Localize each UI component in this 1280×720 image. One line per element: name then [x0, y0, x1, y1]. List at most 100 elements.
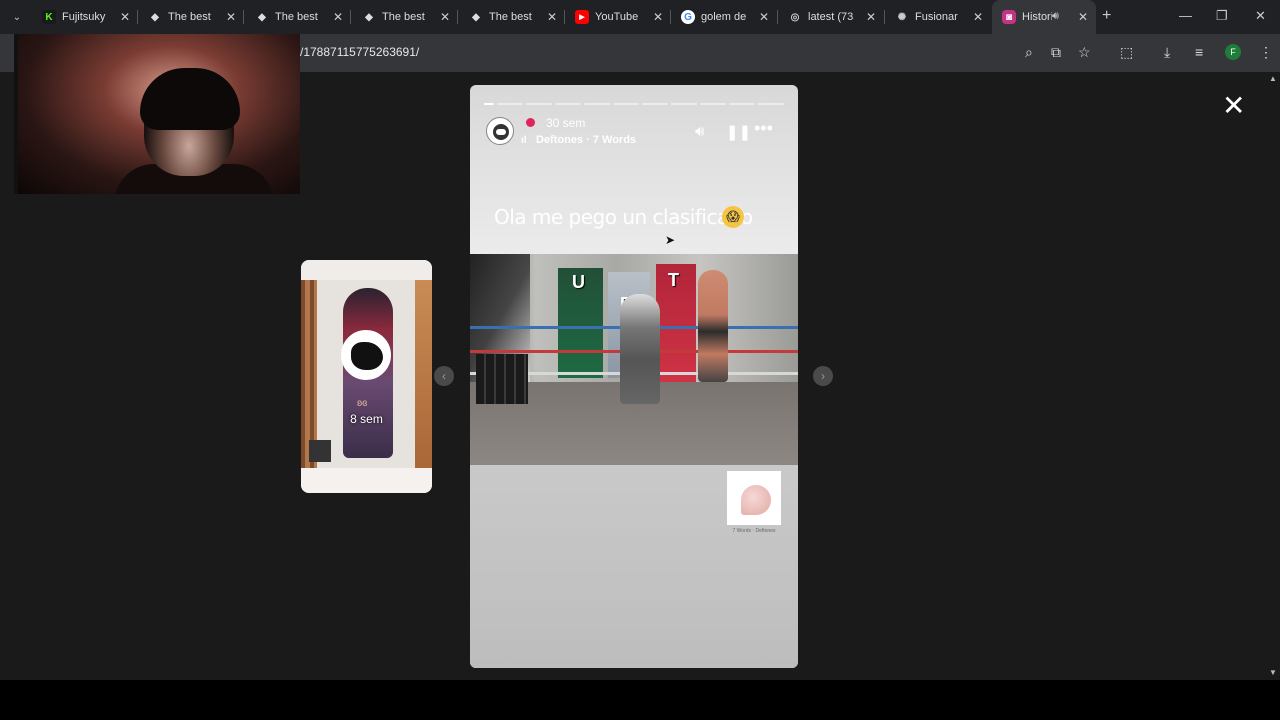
close-icon[interactable]: ✕	[653, 10, 663, 24]
progress-segment	[484, 103, 495, 105]
story-caption: Ola me pego un clasificado	[494, 205, 753, 229]
close-icon[interactable]: ✕	[333, 10, 343, 24]
progress-segment	[497, 103, 524, 105]
more-options-icon[interactable]: •••	[754, 118, 773, 139]
tab-8[interactable]: ✺ Fusionar c ✕	[885, 0, 991, 34]
preview-ceiling	[301, 260, 432, 280]
bookmark-star-icon[interactable]: ☆	[1078, 44, 1091, 61]
story-author-avatar[interactable]	[486, 117, 514, 145]
tab-strip: ⌄ K Fujitsuky S ✕ ◆ The best C ✕ ◆ The b…	[0, 0, 1280, 34]
tab-4[interactable]: ◆ The best C ✕	[459, 0, 565, 34]
tab-6[interactable]: G golem de ✕	[671, 0, 777, 34]
photo-crate	[476, 354, 528, 404]
progress-segment	[613, 103, 640, 105]
tab-separator	[457, 10, 458, 24]
volume-icon[interactable]: 🔊︎	[695, 123, 704, 140]
prev-story-arrow-icon[interactable]: ‹	[434, 366, 454, 386]
tab-title: The best C	[168, 11, 214, 23]
close-icon[interactable]: ✕	[440, 10, 450, 24]
story-time: 30 sem	[546, 116, 586, 130]
tab-3[interactable]: ◆ The best C ✕	[352, 0, 458, 34]
tab-2[interactable]: ◆ The best C ✕	[245, 0, 351, 34]
youtube-icon: ▶	[575, 10, 589, 24]
album-art	[741, 485, 771, 515]
tab-9-active[interactable]: ◙ Histori 🔊︎ ✕	[992, 0, 1096, 34]
restore-icon[interactable]: ❐	[1216, 8, 1228, 24]
progress-segment	[642, 103, 669, 105]
openai-icon: ✺	[897, 11, 907, 23]
download-icon[interactable]: ⤓	[1164, 44, 1170, 61]
window-close-icon[interactable]: ✕	[1255, 8, 1266, 24]
close-story-viewer-icon[interactable]: ✕	[1222, 92, 1245, 120]
photo-boxer-left	[620, 294, 660, 404]
diamond-icon: ◆	[472, 11, 480, 23]
cast-icon[interactable]: ⧉	[1051, 44, 1061, 61]
banner-letter: U	[572, 272, 585, 292]
tab-title: Fujitsuky S	[62, 11, 108, 23]
close-icon[interactable]: ✕	[120, 10, 130, 24]
music-sticker[interactable]	[727, 471, 781, 525]
progress-segment	[526, 103, 553, 105]
diamond-icon: ◆	[151, 11, 159, 23]
pause-icon[interactable]: ❚❚	[726, 123, 751, 141]
next-story-arrow-icon[interactable]: ›	[813, 366, 833, 386]
close-icon[interactable]: ✕	[226, 10, 236, 24]
scrollbar[interactable]	[1268, 72, 1280, 680]
tab-title: Histori	[1022, 11, 1052, 23]
media-control-icon[interactable]: ≡	[1195, 44, 1203, 60]
profile-avatar[interactable]: F	[1225, 44, 1241, 60]
zoom-icon[interactable]: ⌕	[1025, 44, 1033, 61]
diamond-icon: ◆	[258, 11, 266, 23]
close-icon[interactable]: ✕	[866, 10, 876, 24]
tab-separator	[350, 10, 351, 24]
tab-title: The best C	[489, 11, 535, 23]
photo-boxer-right	[698, 270, 728, 382]
scream-emoji-icon: 😱︎	[722, 206, 744, 228]
speaker-icon[interactable]: 🔊︎	[1052, 10, 1059, 23]
address-bar[interactable]: /17887115775263691/	[300, 45, 419, 59]
bottom-bar	[0, 680, 1280, 720]
minimize-icon[interactable]: —	[1179, 8, 1192, 23]
progress-segment	[700, 103, 727, 105]
diamond-icon: ◆	[365, 11, 373, 23]
story-photo: U D T	[470, 254, 798, 465]
preview-wall	[415, 280, 432, 470]
tab-0[interactable]: K Fujitsuky S ✕	[32, 0, 138, 34]
progress-segment	[729, 103, 756, 105]
webcam-frame	[14, 34, 300, 194]
preview-thumbnail	[309, 440, 331, 462]
status-dot	[526, 118, 535, 127]
progress-segment	[671, 103, 698, 105]
tab-5[interactable]: ▶ YouTube ✕	[565, 0, 671, 34]
progress-segment	[584, 103, 611, 105]
close-icon[interactable]: ✕	[547, 10, 557, 24]
menu-kebab-icon[interactable]: ⋮	[1259, 44, 1273, 61]
tab-title: Fusionar c	[915, 11, 961, 23]
music-bars-icon: ıl	[521, 135, 527, 146]
tab-7[interactable]: ◎ latest (735 ✕	[778, 0, 884, 34]
close-icon[interactable]: ✕	[973, 10, 983, 24]
scroll-down-icon[interactable]: ▼	[1269, 668, 1277, 677]
scroll-up-icon[interactable]: ▲	[1269, 74, 1277, 83]
globe-icon: ◎	[790, 11, 800, 23]
preview-avatar[interactable]	[341, 330, 391, 380]
tab-title: YouTube	[595, 11, 639, 23]
tab-search-icon[interactable]: ⌄	[8, 8, 26, 26]
kick-icon: K	[42, 10, 56, 24]
story-card[interactable]: 30 sem ıl Deftones · 7 Words 🔊︎ ❚❚ ••• O…	[470, 85, 798, 668]
banner-letter: T	[668, 270, 679, 290]
story-music[interactable]: Deftones · 7 Words	[536, 134, 636, 146]
instagram-icon: ◙	[1002, 10, 1016, 24]
progress-segment	[758, 103, 785, 105]
close-icon[interactable]: ✕	[759, 10, 769, 24]
tab-title: The best C	[275, 11, 321, 23]
tab-title: latest (735	[808, 11, 854, 23]
preview-floor	[301, 468, 432, 493]
ink-splash-icon	[351, 342, 383, 370]
music-sticker-caption: 7 Words · Deftones	[732, 528, 776, 534]
extensions-icon[interactable]: ⬚	[1120, 44, 1133, 61]
tab-1[interactable]: ◆ The best C ✕	[138, 0, 244, 34]
close-icon[interactable]: ✕	[1078, 10, 1088, 24]
new-tab-button[interactable]: +	[1102, 7, 1111, 25]
tab-title: The best C	[382, 11, 428, 23]
